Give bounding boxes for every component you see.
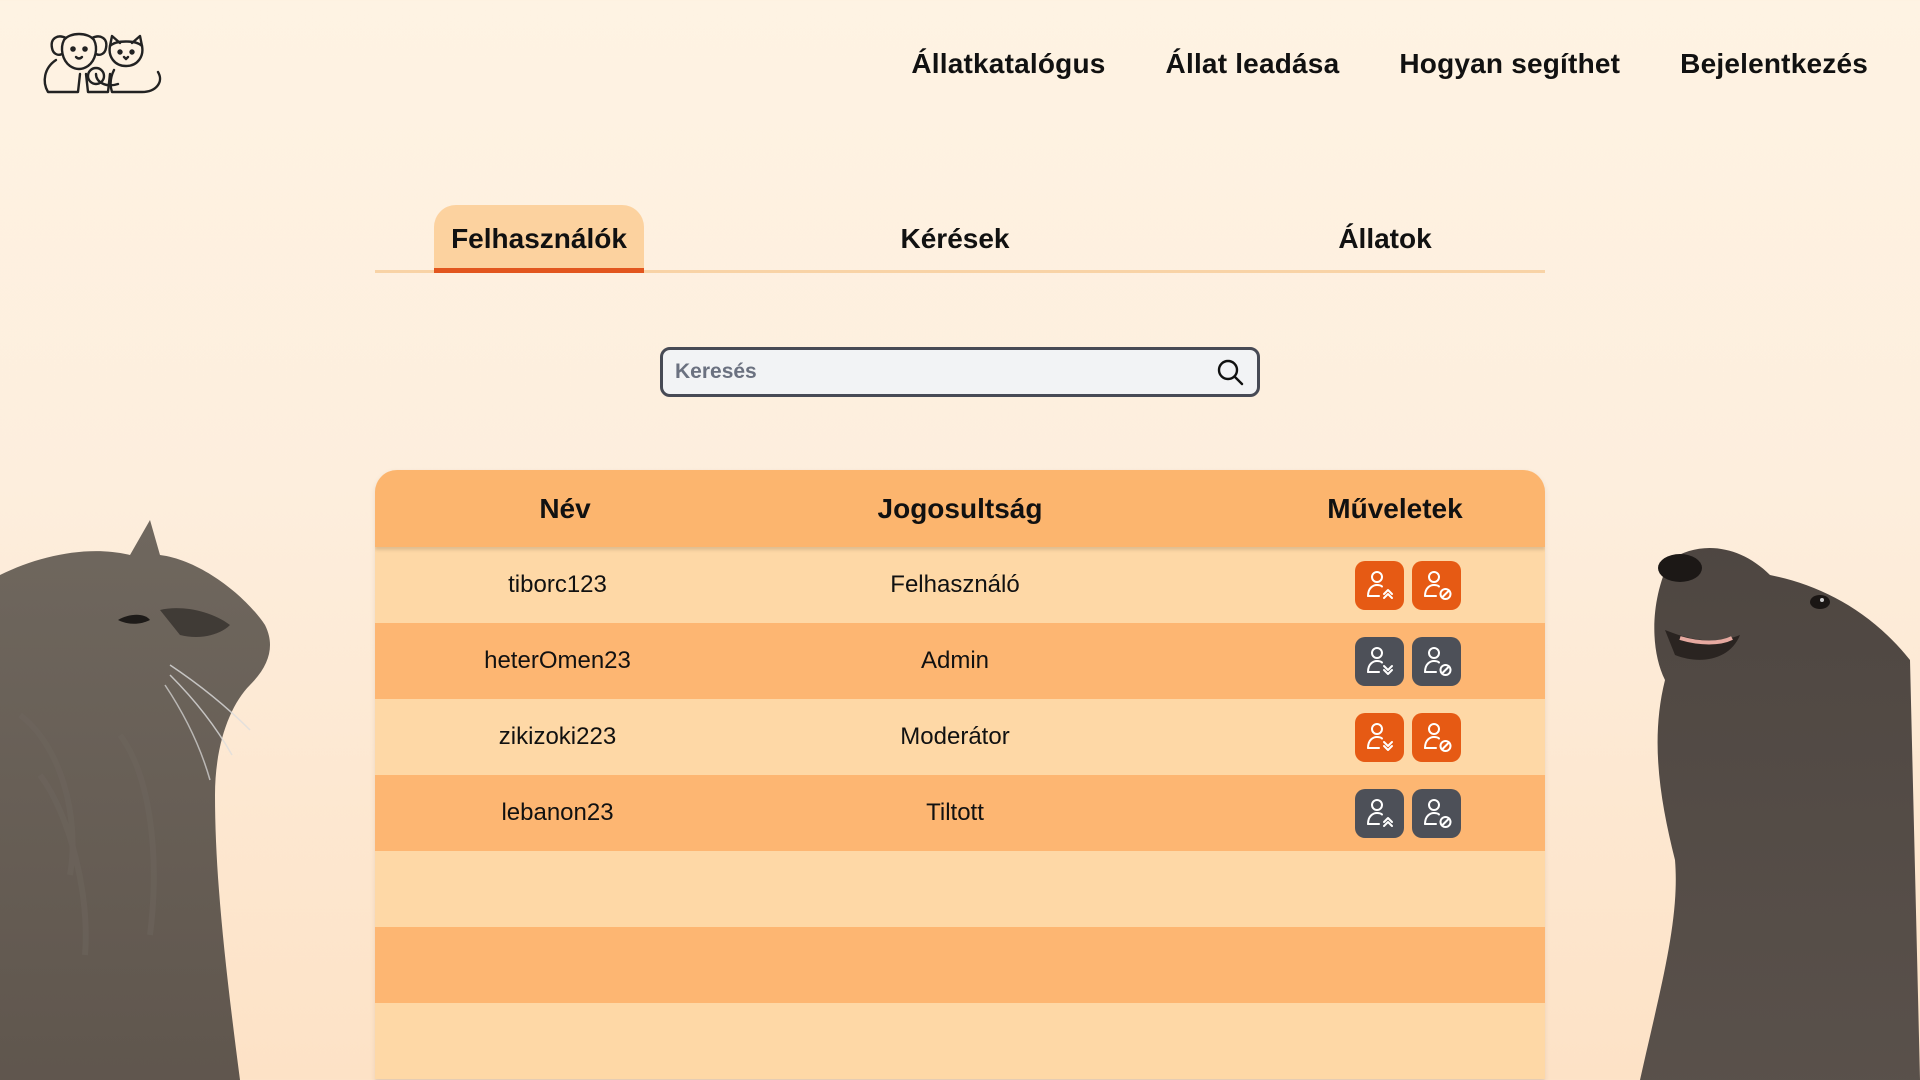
user-demote-icon xyxy=(1361,642,1399,680)
nav-catalog[interactable]: Állatkatalógus xyxy=(911,48,1105,80)
user-ban-icon xyxy=(1418,794,1456,832)
search-input[interactable] xyxy=(675,360,1215,384)
admin-tabs: Felhasználók Kérések Állatok xyxy=(375,205,1545,273)
users-table: Név Jogosultság Műveletek tiborc123 Felha… xyxy=(375,470,1545,1080)
main-nav: Állatkatalógus Állat leadása Hogyan segí… xyxy=(911,42,1868,86)
cell-actions xyxy=(1353,775,1463,851)
nav-how-to-help[interactable]: Hogyan segíthet xyxy=(1399,48,1620,80)
table-header: Név Jogosultság Műveletek xyxy=(375,470,1545,547)
column-header-role: Jogosultság xyxy=(877,492,1043,524)
column-header-name: Név xyxy=(539,492,591,524)
column-header-actions: Műveletek xyxy=(1327,492,1463,524)
cell-role: Felhasználó xyxy=(890,571,1020,598)
cell-name: zikizoki223 xyxy=(498,723,617,750)
ban-user-button[interactable] xyxy=(1412,636,1461,686)
nav-login[interactable]: Bejelentkezés xyxy=(1680,48,1868,80)
table-row: tiborc123 Felhasználó xyxy=(375,547,1545,623)
tab-users[interactable]: Felhasználók xyxy=(434,205,644,273)
nav-surrender[interactable]: Állat leadása xyxy=(1166,48,1340,80)
ban-user-button[interactable] xyxy=(1412,560,1461,610)
demote-user-button[interactable] xyxy=(1355,636,1404,686)
user-promote-icon xyxy=(1361,566,1399,604)
dog-cat-logo-icon[interactable] xyxy=(38,30,166,96)
cat-image xyxy=(0,520,270,1080)
table-row: heterOmen23 Admin xyxy=(375,623,1545,699)
table-row-empty xyxy=(375,851,1545,927)
cell-actions xyxy=(1353,699,1463,775)
cell-actions xyxy=(1353,623,1463,699)
table-row: zikizoki223 Moderátor xyxy=(375,699,1545,775)
tab-animals[interactable]: Állatok xyxy=(1295,205,1475,273)
demote-user-button[interactable] xyxy=(1355,712,1404,762)
cell-actions xyxy=(1353,547,1463,623)
table-row: lebanon23 Tiltott xyxy=(375,775,1545,851)
cell-role: Tiltott xyxy=(926,799,984,826)
ban-user-button[interactable] xyxy=(1412,788,1461,838)
promote-user-button[interactable] xyxy=(1355,560,1404,610)
cell-name: heterOmen23 xyxy=(484,647,631,674)
table-body: tiborc123 Felhasználó heterOmen23 Admin ziki… xyxy=(375,547,1545,1079)
cell-name: tiborc123 xyxy=(508,571,607,598)
user-promote-icon xyxy=(1361,794,1399,832)
cell-role: Admin xyxy=(920,647,990,674)
user-ban-icon xyxy=(1418,566,1456,604)
cell-name: lebanon23 xyxy=(501,799,614,826)
table-row-empty xyxy=(375,927,1545,1003)
tab-requests[interactable]: Kérések xyxy=(865,205,1045,273)
user-demote-icon xyxy=(1361,718,1399,756)
dog-image xyxy=(1640,548,1920,1080)
search-icon[interactable] xyxy=(1215,357,1245,387)
promote-user-button[interactable] xyxy=(1355,788,1404,838)
ban-user-button[interactable] xyxy=(1412,712,1461,762)
cell-role: Moderátor xyxy=(900,723,1010,750)
table-row-empty xyxy=(375,1003,1545,1079)
search-bar xyxy=(660,347,1260,397)
site-header: Állatkatalógus Állat leadása Hogyan segí… xyxy=(0,0,1920,130)
user-ban-icon xyxy=(1418,642,1456,680)
user-ban-icon xyxy=(1418,718,1456,756)
